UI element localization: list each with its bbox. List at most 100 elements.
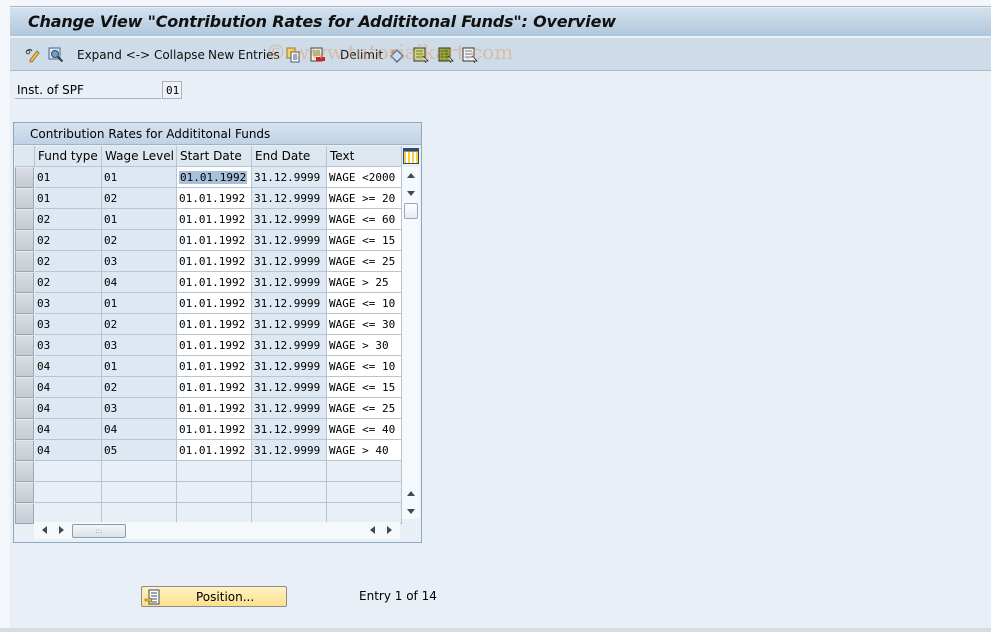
column-scroll-left-button[interactable] (364, 522, 380, 538)
cell-text[interactable] (327, 482, 402, 503)
cell-wage-level (102, 482, 177, 503)
scroll-up-button[interactable] (403, 167, 419, 183)
row-selector[interactable] (15, 293, 34, 314)
row-selector[interactable] (15, 209, 34, 230)
undo-change-button[interactable] (389, 46, 405, 63)
cell-start-date[interactable]: 01.01.1992 (177, 377, 252, 398)
column-header-text[interactable]: Text (327, 146, 402, 167)
row-selector[interactable] (15, 398, 34, 419)
expand-collapse-button[interactable]: Expand <-> Collapse (77, 46, 205, 63)
vertical-scrollbar[interactable] (402, 167, 420, 519)
page-down-button[interactable] (403, 503, 419, 519)
new-entries-button[interactable]: New Entries (208, 46, 280, 63)
new-entries-label: New Entries (208, 47, 280, 62)
row-selector[interactable] (15, 356, 34, 377)
table-settings-icon[interactable] (403, 148, 419, 164)
cell-start-date[interactable]: 01.01.1992 (177, 440, 252, 461)
column-scroll-right-button[interactable] (381, 522, 397, 538)
scroll-left-button[interactable] (36, 522, 52, 538)
column-header-start-date[interactable]: Start Date (177, 146, 252, 167)
row-selector[interactable] (15, 440, 34, 461)
find-button[interactable] (48, 46, 64, 63)
deselect-all-button[interactable] (462, 46, 478, 63)
expand-collapse-label: Expand <-> Collapse (77, 47, 205, 62)
cell-text[interactable]: WAGE <= 30 (327, 314, 402, 335)
cell-start-date[interactable]: 01.01.1992 (177, 356, 252, 377)
position-button[interactable]: Position... (141, 586, 287, 607)
cell-text[interactable] (327, 461, 402, 482)
cell-text[interactable]: WAGE > 40 (327, 440, 402, 461)
display-change-icon (25, 48, 40, 63)
row-selector[interactable] (15, 482, 34, 503)
cell-text[interactable]: WAGE <= 40 (327, 419, 402, 440)
selected-cell-text[interactable]: 01.01.1992 (179, 171, 248, 184)
row-selector[interactable] (15, 503, 34, 524)
cell-start-date[interactable]: 01.01.1992 (177, 419, 252, 440)
column-header-wage-level[interactable]: Wage Level (102, 146, 177, 167)
cell-start-date[interactable] (177, 503, 252, 524)
row-selector[interactable] (15, 419, 34, 440)
cell-start-date[interactable]: 01.01.1992 (177, 314, 252, 335)
select-all-rows-corner[interactable] (15, 146, 35, 167)
row-selector[interactable] (15, 167, 34, 188)
inst-of-spf-field[interactable]: 01 (162, 81, 182, 99)
horizontal-scrollbar[interactable]: ::: (34, 522, 400, 539)
cell-start-date[interactable] (177, 461, 252, 482)
cell-text[interactable]: WAGE > 25 (327, 272, 402, 293)
position-button-label: Position... (196, 590, 255, 604)
vertical-scroll-thumb[interactable] (404, 203, 418, 219)
cell-start-date[interactable]: 01.01.1992 (177, 188, 252, 209)
cell-wage-level: 04 (102, 419, 177, 440)
cell-text[interactable]: WAGE <= 25 (327, 251, 402, 272)
arrow-right-icon (58, 526, 64, 534)
row-selector[interactable] (15, 188, 34, 209)
delete-button[interactable] (310, 46, 326, 63)
undo-change-icon (390, 48, 404, 63)
row-selector[interactable] (15, 335, 34, 356)
scroll-right-button[interactable] (53, 522, 69, 538)
scroll-down-button[interactable] (403, 185, 419, 201)
select-all-button[interactable] (413, 46, 429, 63)
cell-start-date[interactable]: 01.01.1992 (177, 335, 252, 356)
cell-start-date[interactable]: 01.01.1992 (177, 209, 252, 230)
cell-text[interactable]: WAGE <= 15 (327, 377, 402, 398)
cell-text[interactable]: WAGE <= 25 (327, 398, 402, 419)
cell-start-date[interactable]: 01.01.1992 (177, 230, 252, 251)
cell-fund-type (35, 482, 102, 503)
cell-text[interactable]: WAGE <= 10 (327, 356, 402, 377)
cell-text[interactable] (327, 503, 402, 524)
row-selector[interactable] (15, 230, 34, 251)
cell-text[interactable]: WAGE <2000 (327, 167, 402, 188)
column-header-end-date[interactable]: End Date (252, 146, 327, 167)
display-change-button[interactable] (24, 46, 40, 63)
cell-start-date[interactable]: 01.01.1992 (177, 167, 252, 188)
cell-start-date[interactable]: 01.01.1992 (177, 293, 252, 314)
cell-start-date[interactable]: 01.01.1992 (177, 272, 252, 293)
delete-icon (310, 47, 325, 61)
cell-fund-type: 03 (35, 335, 102, 356)
page-up-button[interactable] (403, 485, 419, 501)
cell-text[interactable]: WAGE <= 60 (327, 209, 402, 230)
cell-start-date[interactable]: 01.01.1992 (177, 398, 252, 419)
row-selector[interactable] (15, 314, 34, 335)
cell-start-date[interactable]: 01.01.1992 (177, 251, 252, 272)
arrow-left-icon (41, 526, 47, 534)
cell-text[interactable]: WAGE > 30 (327, 335, 402, 356)
row-selector[interactable] (15, 272, 34, 293)
horizontal-scroll-thumb[interactable]: ::: (72, 524, 126, 538)
cell-end-date: 31.12.9999 (252, 272, 327, 293)
copy-as-button[interactable] (285, 46, 301, 63)
cell-fund-type: 02 (35, 209, 102, 230)
left-margin (0, 0, 10, 632)
row-selector[interactable] (15, 251, 34, 272)
cell-end-date: 31.12.9999 (252, 293, 327, 314)
row-selector[interactable] (15, 461, 34, 482)
cell-text[interactable]: WAGE <= 15 (327, 230, 402, 251)
select-block-button[interactable] (438, 46, 454, 63)
cell-text[interactable]: WAGE <= 10 (327, 293, 402, 314)
row-selector[interactable] (15, 377, 34, 398)
cell-text[interactable]: WAGE >= 20 (327, 188, 402, 209)
column-header-fund-type[interactable]: Fund type (35, 146, 102, 167)
delimit-button[interactable]: Delimit (340, 46, 383, 63)
cell-start-date[interactable] (177, 482, 252, 503)
